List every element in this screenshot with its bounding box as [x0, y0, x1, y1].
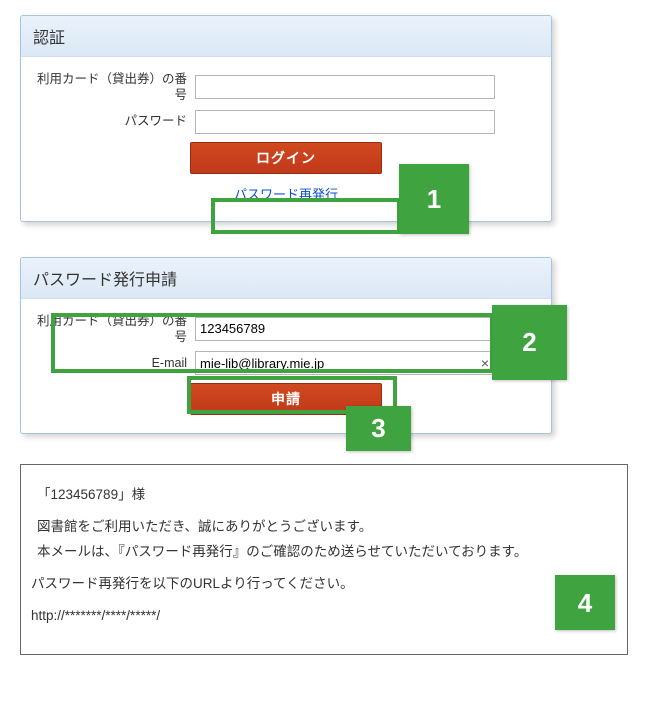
mail-panel: 「123456789」様 図書館をご利用いただき、誠にありがとうございます。 本… — [20, 464, 628, 655]
auth-panel: 認証 利用カード（貸出券）の番号 パスワード ログイン パスワード再発行 1 — [20, 15, 552, 222]
apply-panel-title: パスワード発行申請 — [21, 258, 551, 299]
callout-3: 3 — [346, 406, 411, 451]
card-row: 利用カード（貸出券）の番号 — [37, 71, 535, 104]
apply-panel-body: 利用カード（貸出券）の番号 E-mail × 申請 — [21, 299, 551, 434]
card-label: 利用カード（貸出券）の番号 — [37, 71, 195, 104]
apply-card-input[interactable] — [195, 317, 495, 341]
password-row: パスワード — [37, 110, 535, 134]
apply-panel: パスワード発行申請 利用カード（貸出券）の番号 E-mail × 申請 2 3 — [20, 257, 552, 435]
apply-email-input[interactable] — [195, 351, 495, 375]
card-input[interactable] — [195, 75, 495, 99]
password-label: パスワード — [37, 113, 195, 129]
auth-panel-body: 利用カード（貸出券）の番号 パスワード ログイン パスワード再発行 — [21, 57, 551, 221]
login-button[interactable]: ログイン — [190, 142, 382, 174]
callout-4: 4 — [555, 575, 615, 630]
clear-email-icon[interactable]: × — [481, 355, 489, 371]
apply-email-label: E-mail — [37, 355, 195, 371]
mail-line-2: 図書館をご利用いただき、誠にありがとうございます。 — [37, 519, 372, 534]
apply-email-wrap: × — [195, 351, 495, 375]
password-input[interactable] — [195, 110, 495, 134]
callout-2: 2 — [492, 305, 567, 380]
callout-1: 1 — [399, 164, 469, 234]
mail-line-3: 本メールは、『パスワード再発行』のご確認のため送らせていただいております。 — [37, 544, 527, 559]
mail-line-4: パスワード再発行を以下のURLより行ってください。 — [31, 572, 611, 596]
password-reissue-link[interactable]: パスワード再発行 — [234, 187, 338, 202]
apply-email-row: E-mail × — [37, 351, 535, 375]
mail-line-5: http://*******/****/*****/ — [31, 604, 611, 628]
apply-btn-row: 申請 — [37, 383, 535, 415]
auth-panel-title: 認証 — [21, 16, 551, 57]
mail-line-1: 「123456789」様 — [37, 483, 611, 507]
apply-card-label: 利用カード（貸出券）の番号 — [37, 313, 195, 346]
apply-card-row: 利用カード（貸出券）の番号 — [37, 313, 535, 346]
